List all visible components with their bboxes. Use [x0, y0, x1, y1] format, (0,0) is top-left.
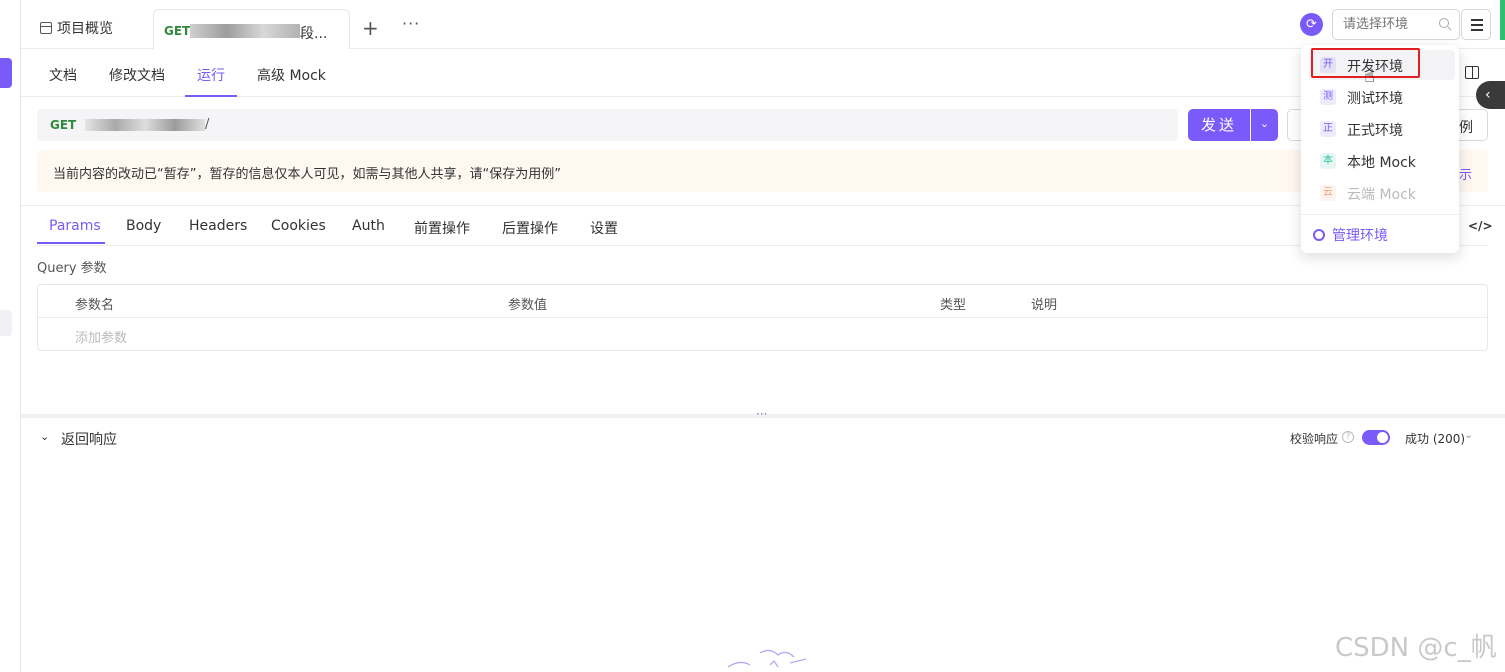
env-badge: 正	[1320, 121, 1336, 137]
tab-headers[interactable]: Headers	[189, 218, 247, 234]
sidebar-handle[interactable]	[0, 310, 12, 336]
add-tab-button[interactable]: +	[362, 16, 379, 40]
subtab-edit-doc[interactable]: 修改文档	[109, 65, 165, 85]
send-dropdown-button[interactable]: ⌄	[1251, 109, 1278, 141]
redacted-name	[190, 24, 300, 38]
request-method[interactable]: GET	[50, 118, 76, 132]
query-params-title: Query 参数	[37, 261, 107, 276]
env-option-label: 本地 Mock	[1347, 155, 1416, 171]
menu-divider	[1301, 214, 1459, 215]
save-button-label: 例	[1459, 120, 1473, 136]
redacted-path	[85, 119, 205, 131]
verify-response-label: 校验响应	[1290, 432, 1339, 446]
env-option-test[interactable]: 测 测试环境	[1309, 82, 1455, 112]
tab-body[interactable]: Body	[126, 218, 161, 234]
req-tab-active-indicator	[37, 242, 105, 244]
tab-active-request[interactable]: GET 段...	[153, 9, 350, 49]
help-icon[interactable]: ?	[1342, 431, 1354, 443]
params-table-header: 参数名 参数值 类型 说明	[38, 285, 1487, 318]
request-path: /	[205, 117, 210, 132]
env-option-label: 正式环境	[1347, 123, 1403, 139]
params-table: 参数名 参数值 类型 说明 添加参数	[37, 284, 1488, 351]
env-option-prod[interactable]: 正 正式环境	[1309, 114, 1455, 144]
split-view-icon[interactable]	[1465, 66, 1479, 79]
add-param-input[interactable]: 添加参数	[75, 327, 127, 346]
col-param-value: 参数值	[508, 298, 548, 313]
env-option-cloud-mock: 云 云端 Mock	[1309, 178, 1455, 208]
hand-cursor-icon: ☝	[1364, 66, 1375, 87]
search-icon	[1439, 18, 1449, 28]
code-icon[interactable]: </>	[1468, 219, 1493, 233]
watermark: CSDN @c_帆	[1335, 633, 1497, 663]
subtab-run[interactable]: 运行	[197, 65, 225, 85]
doc-subtabs: 文档 修改文档 运行 高级 Mock	[21, 49, 1505, 97]
tab-params[interactable]: Params	[49, 218, 101, 234]
env-option-local-mock[interactable]: 本 本地 Mock	[1309, 146, 1455, 176]
draft-notice: 当前内容的改动已“暂存”，暂存的信息仅本人可见，如需与其他人共享，请“保存为用例…	[37, 150, 1488, 192]
edge-indicator	[1500, 0, 1505, 40]
url-input[interactable]: GET /	[37, 109, 1178, 141]
response-title[interactable]: 返回响应	[61, 429, 117, 449]
env-badge: 云	[1320, 185, 1336, 201]
main-menu-button[interactable]	[1461, 9, 1491, 40]
more-tabs-button[interactable]: ···	[402, 14, 420, 33]
gear-icon	[1313, 229, 1325, 241]
manage-env-link[interactable]: 管理环境	[1313, 225, 1388, 245]
collapse-panel-button[interactable]: ‹	[1476, 81, 1505, 109]
manage-env-label: 管理环境	[1332, 228, 1388, 244]
tab-name: 段...	[300, 26, 328, 42]
subtab-active-indicator	[185, 95, 237, 97]
tab-auth[interactable]: Auth	[352, 218, 385, 234]
env-search-input[interactable]	[1343, 10, 1439, 39]
tab-project-overview[interactable]: 项目概览	[40, 18, 113, 38]
env-select[interactable]	[1332, 9, 1460, 40]
chevron-down-icon[interactable]: ⌄	[1464, 428, 1473, 441]
send-button[interactable]: 发送	[1188, 109, 1250, 141]
divider	[37, 245, 1488, 246]
env-option-label: 测试环境	[1347, 91, 1403, 107]
col-param-name: 参数名	[75, 298, 115, 313]
divider	[21, 205, 1505, 206]
tab-overview-label: 项目概览	[57, 21, 113, 37]
drag-handle-icon[interactable]: ···	[756, 407, 767, 421]
col-type: 类型	[940, 298, 967, 313]
tab-pre-actions[interactable]: 前置操作	[414, 218, 470, 238]
tab-post-actions[interactable]: 后置操作	[502, 218, 558, 238]
env-option-label: 云端 Mock	[1347, 187, 1416, 203]
empty-state-illustration	[727, 649, 807, 668]
env-badge: 测	[1320, 89, 1336, 105]
subtab-doc[interactable]: 文档	[49, 65, 77, 85]
layout-icon	[40, 22, 52, 34]
tab-method: GET	[164, 24, 191, 38]
left-sidebar	[0, 0, 21, 672]
tab-cookies[interactable]: Cookies	[271, 218, 326, 234]
subtab-advanced-mock[interactable]: 高级 Mock	[257, 65, 326, 85]
verify-response-toggle[interactable]	[1362, 430, 1390, 445]
notice-text: 当前内容的改动已“暂存”，暂存的信息仅本人可见，如需与其他人共享，请“保存为用例…	[53, 167, 561, 182]
notice-action-link[interactable]: 示	[1459, 164, 1472, 183]
sidebar-expand-handle[interactable]	[0, 58, 12, 88]
env-refresh-icon[interactable]: ⟳	[1300, 13, 1323, 36]
chevron-down-icon[interactable]: ⌄	[40, 430, 49, 443]
response-status-select[interactable]: 成功 (200)	[1405, 430, 1465, 447]
env-badge: 本	[1320, 153, 1336, 169]
col-description: 说明	[1031, 298, 1058, 313]
tab-settings[interactable]: 设置	[590, 218, 618, 238]
